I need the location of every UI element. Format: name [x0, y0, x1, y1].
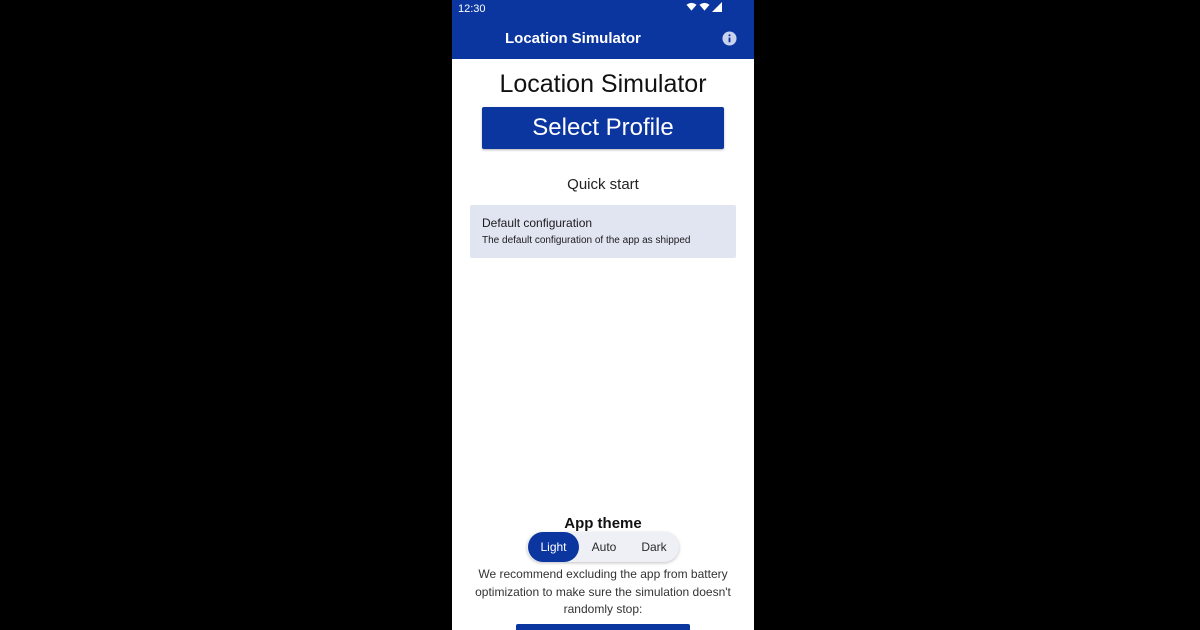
app-bar: Location Simulator — [452, 18, 754, 59]
battery-optimization-note: We recommend excluding the app from batt… — [475, 567, 731, 616]
select-profile-button[interactable]: Select Profile — [482, 107, 724, 149]
theme-option-light[interactable]: Light — [528, 532, 579, 562]
status-icons — [686, 2, 722, 12]
quick-start-item-description: The default configuration of the app as … — [482, 235, 691, 246]
theme-option-dark[interactable]: Dark — [629, 532, 679, 562]
app-theme-heading: App theme — [564, 515, 642, 532]
phone-screen: 12:30 Location Simulator Location Simula… — [452, 0, 754, 630]
info-icon[interactable] — [722, 31, 737, 46]
app-bar-title: Location Simulator — [505, 30, 641, 47]
quick-start-item-default-configuration[interactable]: Default configuration The default config… — [470, 205, 736, 258]
quick-start-item-title: Default configuration — [482, 216, 593, 230]
page-title: Location Simulator — [499, 70, 707, 98]
signal-icon — [712, 2, 722, 12]
status-time: 12:30 — [458, 3, 486, 15]
quick-start-heading: Quick start — [567, 176, 639, 193]
wifi-icon — [686, 2, 697, 11]
theme-toggle: Light Auto Dark — [527, 532, 679, 562]
theme-option-auto[interactable]: Auto — [581, 532, 627, 562]
status-bar: 12:30 — [452, 0, 754, 18]
wifi-icon — [699, 2, 710, 11]
battery-optimization-button[interactable] — [516, 624, 690, 630]
